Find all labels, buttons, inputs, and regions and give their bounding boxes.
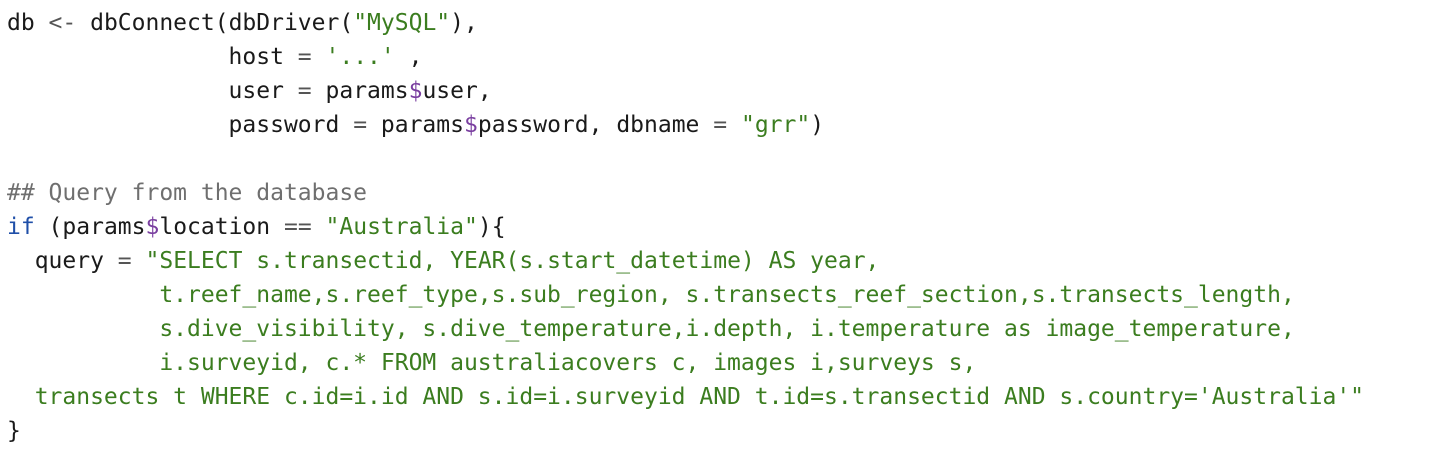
code-token-plain: user, <box>422 78 492 104</box>
code-token-op: = <box>117 248 132 274</box>
code-token-var: $ <box>408 78 423 104</box>
code-line: db <- dbConnect(dbDriver("MySQL"), <box>7 6 1432 40</box>
code-token-str: "Australia" <box>325 214 478 240</box>
code-token-plain: } <box>7 418 21 444</box>
code-token-plain: query <box>7 248 118 274</box>
code-token-str: "grr" <box>740 112 811 138</box>
code-token-str: transects t WHERE c.id=i.id AND s.id=i.s… <box>7 384 1365 410</box>
code-token-str: t.reef_name,s.reef_type,s.sub_region, s.… <box>7 282 1295 308</box>
code-token-str: s.dive_visibility, s.dive_temperature,i.… <box>7 316 1295 342</box>
code-line: host = '...' , <box>7 40 1432 74</box>
code-line: i.surveyid, c.* FROM australiacovers c, … <box>7 346 1432 380</box>
code-token-plain: (params <box>34 214 146 240</box>
code-token-plain: ) <box>810 112 825 138</box>
code-token-var: $ <box>463 112 478 138</box>
code-token-plain: params <box>311 78 409 104</box>
code-token-kw: if <box>7 214 35 240</box>
code-token-plain: ), <box>450 10 478 36</box>
code-token-plain: user <box>7 78 298 104</box>
code-line: if (params$location == "Australia"){ <box>7 210 1432 244</box>
code-token-str: "SELECT s.transectid, YEAR(s.start_datet… <box>145 248 880 274</box>
code-line: user = params$user, <box>7 74 1432 108</box>
code-token-op: <- <box>48 10 77 36</box>
code-token-op: = <box>297 44 312 70</box>
code-token-plain: host <box>7 44 298 70</box>
code-line: query = "SELECT s.transectid, YEAR(s.sta… <box>7 244 1432 278</box>
code-token-plain: , <box>394 44 423 70</box>
code-line: } <box>7 414 1432 448</box>
code-token-str: "MySQL" <box>353 10 451 36</box>
code-token-plain: db <box>7 10 49 36</box>
code-token-op: = <box>713 112 728 138</box>
code-token-str: '...' <box>325 44 395 70</box>
code-token-var: $ <box>145 214 160 240</box>
code-editor[interactable]: db <- dbConnect(dbDriver("MySQL"), host … <box>0 0 1432 458</box>
code-token-op: == <box>283 214 312 240</box>
code-token-plain: ){ <box>477 214 506 240</box>
code-line: transects t WHERE c.id=i.id AND s.id=i.s… <box>7 380 1432 414</box>
code-line: s.dive_visibility, s.dive_temperature,i.… <box>7 312 1432 346</box>
code-token-plain: password <box>7 112 354 138</box>
code-lines: db <- dbConnect(dbDriver("MySQL"), host … <box>7 6 1432 448</box>
code-token-str: i.surveyid, c.* FROM australiacovers c, … <box>7 350 977 376</box>
code-token-plain: params <box>367 112 464 138</box>
code-line: ## Query from the database <box>7 176 1432 210</box>
code-token-plain: password, dbname <box>477 112 714 138</box>
code-token-plain: location <box>159 214 284 240</box>
code-line: t.reef_name,s.reef_type,s.sub_region, s.… <box>7 278 1432 312</box>
code-token-com: ## Query from the database <box>7 180 368 206</box>
code-token-plain: dbConnect(dbDriver( <box>76 10 354 36</box>
code-line: password = params$password, dbname = "gr… <box>7 108 1432 142</box>
code-token-op: = <box>353 112 368 138</box>
code-token-op: = <box>297 78 312 104</box>
